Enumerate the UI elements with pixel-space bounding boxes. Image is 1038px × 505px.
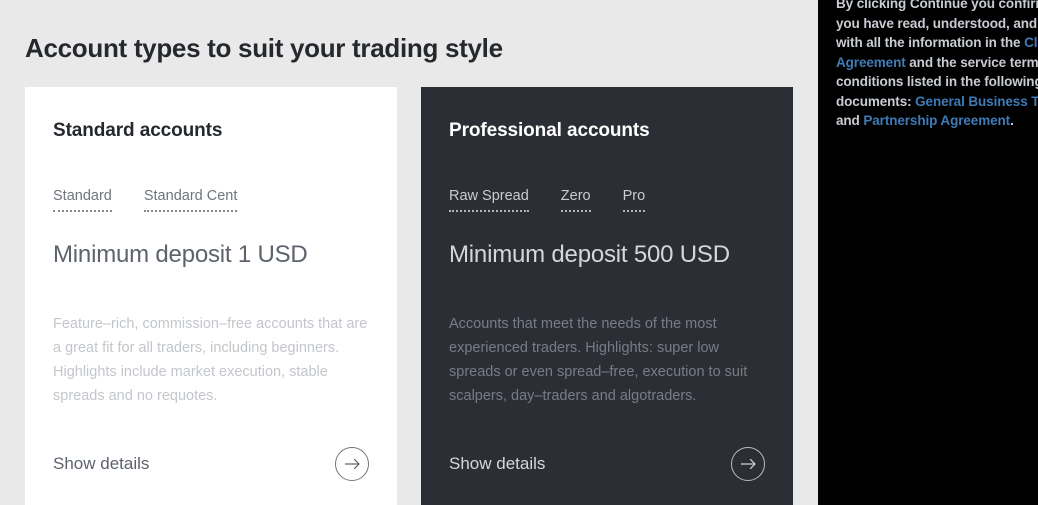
professional-show-details-button[interactable]: Show details xyxy=(449,447,765,481)
professional-minimum-deposit: Minimum deposit 500 USD xyxy=(449,241,730,268)
professional-accounts-card[interactable]: Professional accounts Raw Spread Zero Pr… xyxy=(421,87,793,505)
terms-text-4: and xyxy=(836,113,864,128)
standard-minimum-deposit: Minimum deposit 1 USD xyxy=(53,241,308,268)
terms-side-panel: By clicking Continue you confirm that yo… xyxy=(818,0,1038,505)
standard-show-details-label: Show details xyxy=(53,454,150,473)
standard-card-tabs: Standard Standard Cent xyxy=(53,187,369,212)
terms-disclaimer-text: By clicking Continue you confirm that yo… xyxy=(836,0,1038,131)
standard-show-details-button[interactable]: Show details xyxy=(53,447,369,481)
terms-text-6: . xyxy=(1010,113,1014,128)
tab-standard-cent[interactable]: Standard Cent xyxy=(143,187,237,212)
arrow-right-icon[interactable] xyxy=(731,447,765,481)
standard-card-title: Standard accounts xyxy=(53,120,223,141)
standard-card-description: Feature–rich, commission–free accounts t… xyxy=(53,316,368,404)
tab-zero[interactable]: Zero xyxy=(560,187,591,212)
tab-raw-spread[interactable]: Raw Spread xyxy=(449,187,529,212)
account-types-page: Account types to suit your trading style… xyxy=(0,0,1038,505)
arrow-right-icon[interactable] xyxy=(335,447,369,481)
professional-card-description: Accounts that meet the needs of the most… xyxy=(449,316,748,404)
tab-standard[interactable]: Standard xyxy=(53,187,112,212)
terms-text-0: By clicking Continue you confirm that yo… xyxy=(836,0,1038,50)
tab-pro[interactable]: Pro xyxy=(622,187,645,212)
standard-accounts-card[interactable]: Standard accounts Standard Standard Cent… xyxy=(25,87,397,505)
professional-card-title: Professional accounts xyxy=(449,120,650,141)
professional-show-details-label: Show details xyxy=(449,454,546,473)
terms-link-5[interactable]: Partnership Agreement xyxy=(863,113,1010,128)
professional-card-tabs: Raw Spread Zero Pro xyxy=(449,187,765,212)
terms-link-3[interactable]: General Business Terms xyxy=(915,94,1038,109)
page-title: Account types to suit your trading style xyxy=(25,33,503,64)
